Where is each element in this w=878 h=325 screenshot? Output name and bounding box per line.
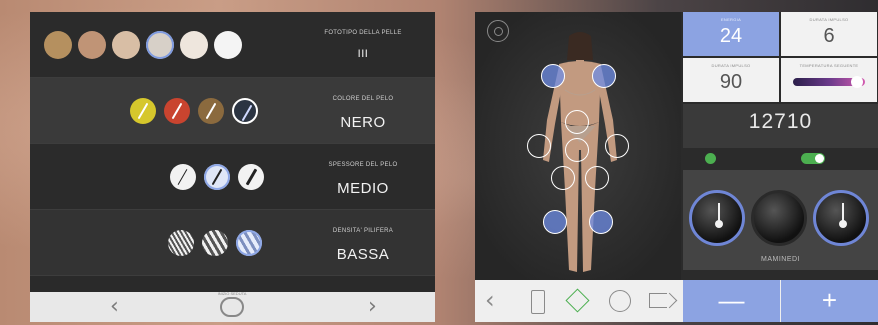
- zone-right-knee[interactable]: [589, 210, 613, 234]
- body-map-panel: [475, 12, 681, 280]
- right-bottom-toolbar: ‹ — +: [475, 280, 878, 322]
- dial-bottom-label: MAMINEDI: [761, 256, 800, 263]
- left-thermometer-dial[interactable]: [689, 190, 745, 246]
- diamond-icon[interactable]: [565, 288, 590, 313]
- right-tablet-screen: ENERGIA 24 DURATA IMPULSO 6 DURATA IMPUL…: [475, 12, 878, 322]
- temperature-tile[interactable]: TEMPERATURA SEGUENTE: [781, 58, 877, 102]
- energy-label: ENERGIA: [720, 17, 742, 22]
- mode-toggle-switch[interactable]: [801, 153, 825, 164]
- temperature-slider[interactable]: [793, 76, 865, 88]
- hair-color-brown[interactable]: [198, 98, 224, 124]
- hair-thickness-title: SPESSORE DEL PELO: [328, 162, 398, 168]
- energy-tile[interactable]: ENERGIA 24: [683, 12, 779, 56]
- stats-grid: ENERGIA 24 DURATA IMPULSO 6 DURATA IMPUL…: [683, 12, 878, 102]
- decrease-button[interactable]: —: [683, 280, 780, 322]
- zone-left-forearm[interactable]: [527, 134, 551, 158]
- status-indicator-icon: [705, 153, 716, 164]
- skin-swatch-5[interactable]: [180, 31, 208, 59]
- hair-density-high[interactable]: [168, 230, 194, 256]
- skin-swatch-1[interactable]: [44, 31, 72, 59]
- total-counter-label: [683, 104, 878, 109]
- hair-density-row: DENSITA' PILIFERA BASSA: [30, 210, 435, 276]
- zone-right-forearm[interactable]: [605, 134, 629, 158]
- skin-swatch-4-selected[interactable]: [146, 31, 174, 59]
- hair-thickness-value: MEDIO: [337, 180, 389, 197]
- total-counter-value: 12710: [748, 110, 813, 133]
- left-bottom-nav: ‹ INIZIO SEDUTA ›: [30, 291, 435, 322]
- hair-color-black-selected[interactable]: [232, 98, 258, 124]
- frequency-value: 6: [823, 25, 835, 47]
- energy-value: 24: [719, 25, 743, 47]
- skin-swatch-2[interactable]: [78, 31, 106, 59]
- frequency-tile[interactable]: DURATA IMPULSO 6: [781, 12, 877, 56]
- frequency-label: DURATA IMPULSO: [809, 17, 849, 22]
- zone-left-knee[interactable]: [543, 210, 567, 234]
- hair-color-red[interactable]: [164, 98, 190, 124]
- toggle-row: [683, 150, 878, 168]
- hair-color-row: COLORE DEL PELO NERO: [30, 78, 435, 144]
- dials-panel: MAMINEDI: [683, 170, 878, 270]
- skin-phototype-row: FOTOTIPO DELLA PELLE III: [30, 12, 435, 78]
- start-session-button[interactable]: [220, 297, 244, 317]
- hair-thickness-thin[interactable]: [170, 164, 196, 190]
- zone-right-thigh[interactable]: [585, 166, 609, 190]
- skin-swatch-6[interactable]: [214, 31, 242, 59]
- skin-phototype-value: III: [357, 48, 369, 60]
- zone-left-shoulder[interactable]: [541, 64, 565, 88]
- hair-thickness-medium-selected[interactable]: [204, 164, 230, 190]
- zone-groin[interactable]: [565, 138, 589, 162]
- hair-density-low-selected[interactable]: [236, 230, 262, 256]
- hair-density-value: BASSA: [336, 246, 390, 263]
- left-tablet-screen: FOTOTIPO DELLA PELLE III COLORE DEL PELO…: [30, 12, 435, 322]
- temperature-slider-knob[interactable]: [851, 76, 863, 88]
- hair-thickness-row: SPESSORE DEL PELO MEDIO: [30, 144, 435, 210]
- prev-chevron-icon[interactable]: ‹: [110, 294, 119, 319]
- duration-tile[interactable]: DURATA IMPULSO 90: [683, 58, 779, 102]
- zone-left-thigh[interactable]: [551, 166, 575, 190]
- start-session-label: INIZIO SEDUTA: [217, 291, 247, 296]
- skin-phototype-title: FOTOTIPO DELLA PELLE: [324, 30, 402, 36]
- right-thermometer-dial[interactable]: [813, 190, 869, 246]
- hair-color-value: NERO: [340, 114, 386, 131]
- hair-color-title: COLORE DEL PELO: [332, 96, 394, 102]
- handpiece-icon[interactable]: [531, 290, 545, 314]
- circle-icon[interactable]: [609, 290, 631, 312]
- skin-swatch-3[interactable]: [112, 31, 140, 59]
- duration-value: 90: [719, 71, 743, 93]
- increase-button[interactable]: +: [781, 280, 878, 322]
- total-counter-panel: 12710: [683, 104, 878, 148]
- hair-color-yellow[interactable]: [130, 98, 156, 124]
- zone-abdomen[interactable]: [565, 110, 589, 134]
- temperature-label: TEMPERATURA SEGUENTE: [799, 63, 859, 68]
- zone-right-shoulder[interactable]: [592, 64, 616, 88]
- center-dial[interactable]: [751, 190, 807, 246]
- power-icon[interactable]: [487, 20, 509, 42]
- hair-thickness-thick[interactable]: [238, 164, 264, 190]
- next-chevron-icon[interactable]: ›: [368, 294, 377, 319]
- hair-density-medium[interactable]: [202, 230, 228, 256]
- back-chevron-icon[interactable]: ‹: [485, 286, 495, 314]
- duration-label: DURATA IMPULSO: [711, 63, 751, 68]
- hair-density-title: DENSITA' PILIFERA: [332, 228, 394, 234]
